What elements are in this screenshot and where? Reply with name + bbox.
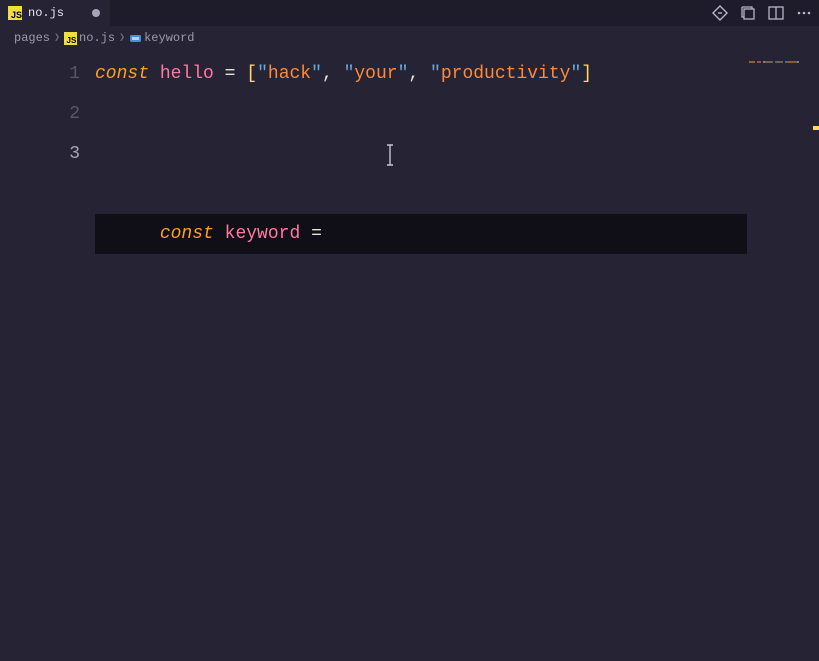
tab-label: no.js: [28, 6, 64, 20]
code-line-1[interactable]: const hello = ["hack", "your", "producti…: [95, 54, 819, 94]
more-actions-icon[interactable]: [795, 4, 813, 22]
line-number-gutter: 1 2 3: [0, 50, 95, 661]
breadcrumb: pages ❯ JS no.js ❯ keyword: [0, 26, 819, 50]
js-file-icon: JS: [64, 32, 77, 45]
tab-no-js[interactable]: JS no.js: [0, 0, 110, 26]
svg-text:JS: JS: [67, 36, 77, 45]
breadcrumb-symbol[interactable]: keyword: [129, 31, 194, 45]
svg-text:JS: JS: [11, 10, 22, 20]
line-number: 3: [0, 134, 80, 174]
split-editor-icon[interactable]: [767, 4, 785, 22]
source-control-diff-icon[interactable]: [711, 4, 729, 22]
scrollbar-diagnostic-marker: [813, 126, 819, 130]
split-editor-secondary-icon[interactable]: [739, 4, 757, 22]
chevron-right-icon: ❯: [119, 32, 125, 44]
scrollbar[interactable]: [813, 50, 819, 661]
chevron-right-icon: ❯: [54, 32, 60, 44]
variable-symbol-icon: [129, 32, 142, 45]
unsaved-dot-icon: [92, 9, 100, 17]
editor-area[interactable]: 1 2 3 const hello = ["hack", "your", "pr…: [0, 50, 819, 661]
code-line-2[interactable]: [95, 94, 819, 134]
i-beam-cursor-icon: [385, 142, 387, 162]
line-number: 2: [0, 94, 80, 134]
code-content[interactable]: const hello = ["hack", "your", "producti…: [95, 50, 819, 661]
breadcrumb-file[interactable]: JS no.js: [64, 31, 115, 45]
code-line-3[interactable]: const keyword =: [95, 134, 819, 174]
minimap[interactable]: [749, 50, 809, 62]
line-number: 1: [0, 54, 80, 94]
breadcrumb-folder[interactable]: pages: [14, 31, 50, 45]
js-file-icon: JS: [8, 6, 22, 20]
